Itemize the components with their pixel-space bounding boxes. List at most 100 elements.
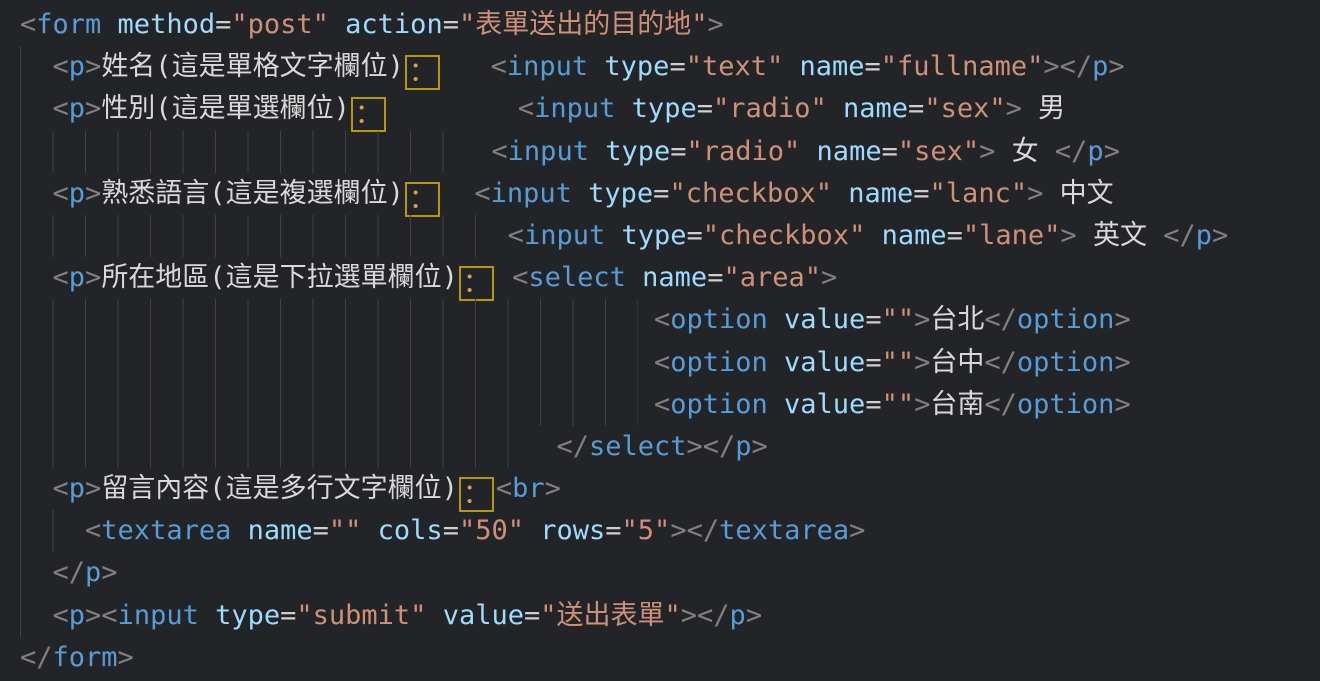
token-punc: </ <box>1163 220 1196 251</box>
leading-whitespace <box>20 431 556 462</box>
token-tag: p <box>69 600 85 631</box>
token-tag: input <box>534 93 615 124</box>
token-punc: > <box>979 136 995 167</box>
code-line-2[interactable]: <p>姓名(這是單格文字欄位)： <input type="text" name… <box>0 46 1320 88</box>
token-attr: name <box>231 515 312 546</box>
token-punc: > <box>1114 304 1130 335</box>
token-eq: = <box>707 262 723 293</box>
code-text: <input type="checkbox" name="lane"> 英文 <… <box>0 215 1228 257</box>
token-punc: < <box>654 389 670 420</box>
token-tag: textarea <box>101 515 231 546</box>
token-punc: < <box>85 515 101 546</box>
leading-whitespace <box>20 347 654 378</box>
code-text: <p>留言內容(這是多行文字欄位)：<br> <box>0 468 561 512</box>
token-tag: p <box>69 262 85 293</box>
token-tag: p <box>85 557 101 588</box>
token-eq: = <box>313 515 329 546</box>
token-eq: = <box>670 136 686 167</box>
code-line-5[interactable]: <p>熟悉語言(這是複選欄位)： <input type="checkbox" … <box>0 173 1320 215</box>
code-text: <textarea name="" cols="50" rows="5"></t… <box>0 510 865 552</box>
code-line-13[interactable]: <textarea name="" cols="50" rows="5"></t… <box>0 510 1320 552</box>
token-plain: 女 <box>995 136 1055 167</box>
highlighted-colon-char: ： <box>351 97 386 132</box>
code-line-1[interactable]: <form method="post" action="表單送出的目的地"> <box>0 4 1320 46</box>
token-eq: = <box>865 51 881 82</box>
token-punc: > <box>1027 178 1043 209</box>
leading-whitespace <box>20 220 508 251</box>
token-eq: = <box>215 9 231 40</box>
token-plain: 中文 <box>1043 178 1113 209</box>
code-line-10[interactable]: <option value="">台南</option> <box>0 384 1320 426</box>
token-punc: < <box>53 178 69 209</box>
token-plain <box>496 262 512 293</box>
code-line-11[interactable]: </select></p> <box>0 426 1320 468</box>
code-line-4[interactable]: <input type="radio" name="sex"> 女 </p> <box>0 131 1320 173</box>
token-attr: value <box>768 389 866 420</box>
token-tag: textarea <box>719 515 849 546</box>
leading-whitespace <box>20 515 85 546</box>
token-eq: = <box>697 93 713 124</box>
token-punc: > <box>85 473 101 504</box>
token-tag: option <box>670 389 768 420</box>
token-tag: p <box>69 51 85 82</box>
token-plain <box>388 93 518 124</box>
token-plain <box>442 51 491 82</box>
code-text: </form> <box>0 637 134 679</box>
token-attr: type <box>572 178 653 209</box>
token-punc: </ <box>984 389 1017 420</box>
token-tag: p <box>735 431 751 462</box>
token-eq: = <box>865 304 881 335</box>
token-eq: = <box>443 9 459 40</box>
token-str: "checkbox" <box>703 220 866 251</box>
code-text: </p> <box>0 552 118 594</box>
token-eq: = <box>653 178 669 209</box>
token-punc: ></ <box>687 431 736 462</box>
token-punc: < <box>654 304 670 335</box>
code-line-9[interactable]: <option value="">台中</option> <box>0 342 1320 384</box>
token-tag: p <box>69 473 85 504</box>
token-attr: value <box>426 600 524 631</box>
token-tag: form <box>53 642 118 673</box>
token-punc: </ <box>53 557 86 588</box>
code-line-3[interactable]: <p>性別(這是單選欄位)： <input type="radio" name=… <box>0 88 1320 130</box>
token-str: "radio" <box>713 93 827 124</box>
token-punc: < <box>491 136 507 167</box>
token-tag: p <box>69 93 85 124</box>
token-tag: option <box>1017 347 1115 378</box>
token-attr: type <box>199 600 280 631</box>
code-editor[interactable]: <form method="post" action="表單送出的目的地"> <… <box>0 0 1320 681</box>
token-plain: 台南 <box>930 389 984 420</box>
code-line-8[interactable]: <option value="">台北</option> <box>0 299 1320 341</box>
code-line-12[interactable]: <p>留言內容(這是多行文字欄位)：<br> <box>0 468 1320 510</box>
code-text: <p>熟悉語言(這是複選欄位)： <input type="checkbox" … <box>0 173 1114 217</box>
leading-whitespace <box>20 389 654 420</box>
token-punc: < <box>53 51 69 82</box>
token-str: "50" <box>459 515 524 546</box>
token-punc: > <box>1104 136 1120 167</box>
token-attr: rows <box>524 515 605 546</box>
token-tag: input <box>491 178 572 209</box>
token-eq: = <box>524 600 540 631</box>
token-tag: p <box>730 600 746 631</box>
code-line-15[interactable]: <p><input type="submit" value="送出表單"></p… <box>0 595 1320 637</box>
code-line-16[interactable]: </form> <box>0 637 1320 679</box>
token-tag: select <box>528 262 626 293</box>
token-punc: </ <box>984 304 1017 335</box>
token-punc: ></ <box>1043 51 1092 82</box>
code-line-14[interactable]: </p> <box>0 552 1320 594</box>
token-punc: > <box>849 515 865 546</box>
token-punc: > <box>821 262 837 293</box>
token-tag: p <box>1087 136 1103 167</box>
code-line-6[interactable]: <input type="checkbox" name="lane"> 英文 <… <box>0 215 1320 257</box>
token-attr: action <box>329 9 443 40</box>
token-attr: type <box>589 136 670 167</box>
token-tag: p <box>1196 220 1212 251</box>
token-punc: < <box>20 9 36 40</box>
code-line-7[interactable]: <p>所在地區(這是下拉選單欄位)： <select name="area"> <box>0 257 1320 299</box>
token-attr: value <box>768 304 866 335</box>
token-plain: 英文 <box>1077 220 1164 251</box>
token-punc: > <box>1108 51 1124 82</box>
token-attr: name <box>800 136 881 167</box>
token-attr: name <box>783 51 864 82</box>
token-str: "fullname" <box>881 51 1044 82</box>
